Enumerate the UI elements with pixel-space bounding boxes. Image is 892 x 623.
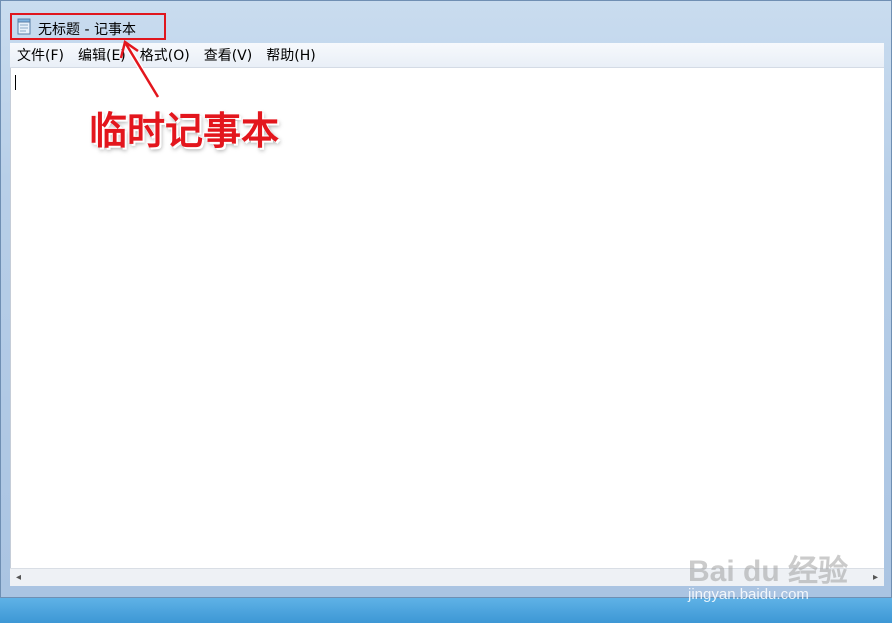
menu-file[interactable]: 文件(F) [10,45,71,65]
menu-format[interactable]: 格式(O) [133,45,197,65]
watermark-brand: Bai du 经验 [688,555,849,588]
text-caret [15,75,16,90]
menu-bar: 文件(F) 编辑(E) 格式(O) 查看(V) 帮助(H) [10,43,884,68]
annotation-label: 临时记事本 [89,109,280,153]
baidu-watermark: Bai du 经验 jingyan.baidu.com [688,540,888,610]
title-highlight-box [10,13,166,40]
menu-view[interactable]: 查看(V) [197,45,260,65]
menu-edit[interactable]: 编辑(E) [71,45,133,65]
watermark-url: jingyan.baidu.com [688,586,809,603]
notepad-window: 无标题 - 记事本 文件(F) 编辑(E) 格式(O) 查看(V) 帮助(H) … [0,0,892,598]
scroll-left-icon[interactable]: ◂ [16,572,21,583]
title-bar[interactable]: 无标题 - 记事本 [1,1,891,43]
menu-help[interactable]: 帮助(H) [259,45,322,65]
